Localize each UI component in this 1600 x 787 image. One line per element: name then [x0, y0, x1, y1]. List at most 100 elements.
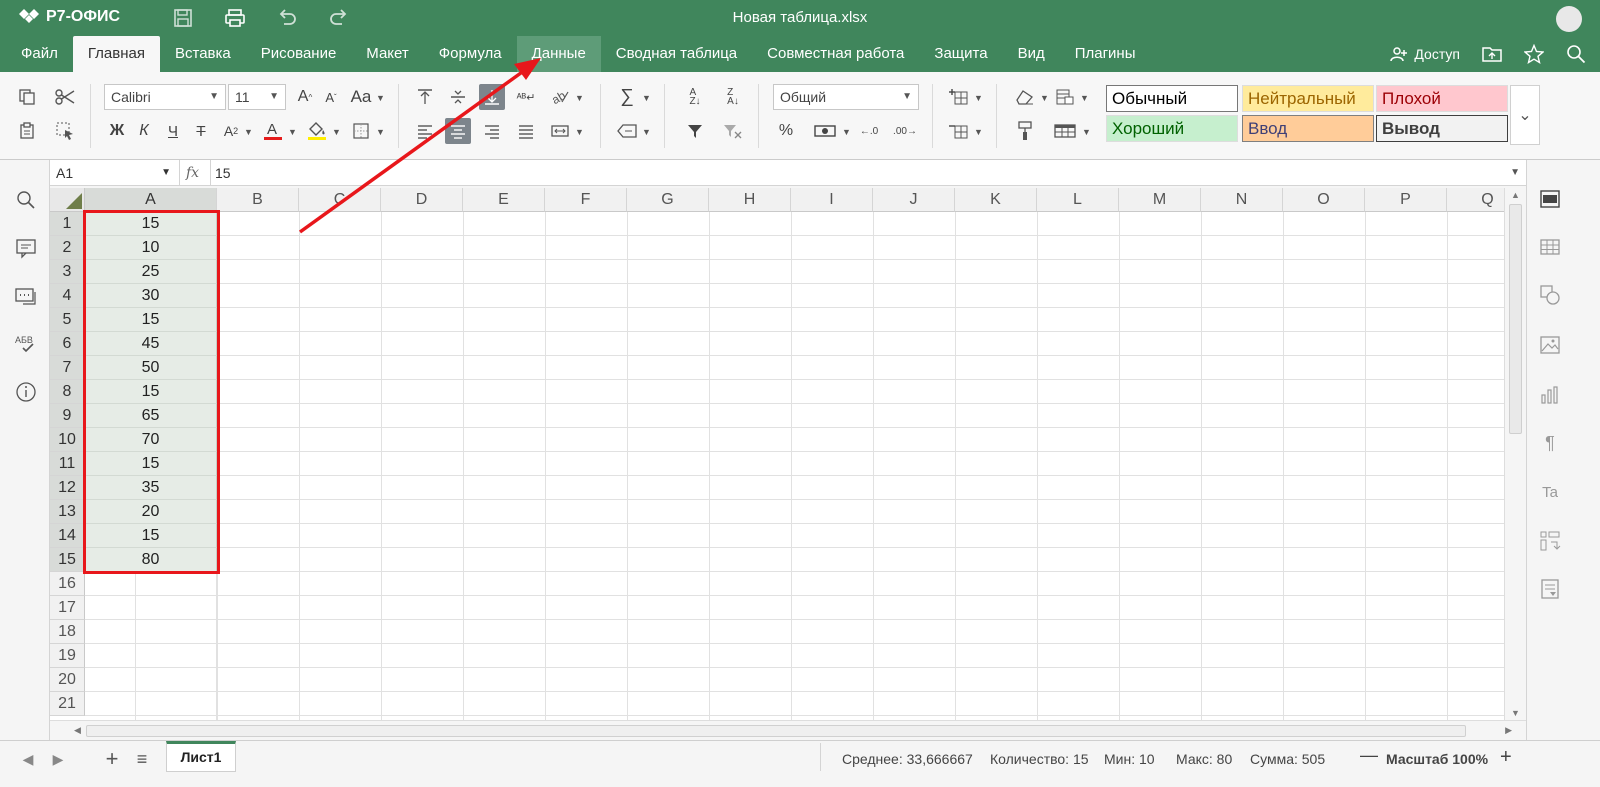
save-icon[interactable]: [172, 8, 194, 28]
formula-input[interactable]: 15: [210, 160, 1500, 186]
row-header[interactable]: 12: [50, 476, 85, 500]
horizontal-scroll-thumb[interactable]: [86, 725, 1466, 737]
tab-4[interactable]: Макет: [351, 36, 423, 72]
column-header[interactable]: O: [1283, 188, 1365, 212]
cell-settings-icon[interactable]: [1539, 188, 1561, 210]
italic-button[interactable]: К: [131, 118, 157, 144]
cell-a1[interactable]: 15: [85, 212, 217, 236]
tab-11[interactable]: Плагины: [1060, 36, 1151, 72]
font-name-select[interactable]: Calibri ▼: [104, 84, 226, 110]
column-header[interactable]: N: [1201, 188, 1283, 212]
cell-a5[interactable]: 15: [85, 308, 217, 332]
sheet-tab[interactable]: Лист1: [166, 741, 236, 772]
cell-style-4[interactable]: Ввод: [1242, 115, 1374, 142]
decrease-decimal-icon[interactable]: ←.0: [856, 118, 882, 144]
column-header[interactable]: M: [1119, 188, 1201, 212]
cell-a6[interactable]: 45: [85, 332, 217, 356]
access-button[interactable]: Доступ: [1390, 46, 1460, 62]
row-header[interactable]: 3: [50, 260, 85, 284]
row-header[interactable]: 16: [50, 572, 85, 596]
tab-2[interactable]: Вставка: [160, 36, 246, 72]
sort-descending-icon[interactable]: Z A↓: [720, 84, 746, 110]
chart-settings-icon[interactable]: [1539, 384, 1561, 406]
user-avatar[interactable]: [1556, 6, 1582, 32]
search-icon[interactable]: [1566, 44, 1586, 64]
chevron-down-icon[interactable]: ▼: [842, 127, 851, 137]
paragraph-settings-icon[interactable]: ¶: [1539, 432, 1561, 454]
copy-style-icon[interactable]: [1012, 118, 1038, 144]
align-middle-icon[interactable]: [445, 84, 471, 110]
scroll-right-icon[interactable]: ▶: [1505, 725, 1512, 736]
delete-cells-icon[interactable]: [946, 118, 972, 144]
scroll-left-icon[interactable]: ◀: [74, 725, 81, 736]
row-header[interactable]: 2: [50, 236, 85, 260]
tab-10[interactable]: Вид: [1003, 36, 1060, 72]
chevron-down-icon[interactable]: ▼: [575, 127, 584, 137]
open-file-location-icon[interactable]: [1482, 45, 1502, 63]
cell-a10[interactable]: 70: [85, 428, 217, 452]
chevron-down-icon[interactable]: ▼: [376, 93, 385, 103]
cell-a7[interactable]: 50: [85, 356, 217, 380]
cell-a12[interactable]: 35: [85, 476, 217, 500]
styles-expand-button[interactable]: ⌄: [1510, 85, 1540, 145]
named-ranges-icon[interactable]: [614, 118, 640, 144]
column-header[interactable]: J: [873, 188, 955, 212]
tab-9[interactable]: Защита: [919, 36, 1002, 72]
add-sheet-icon[interactable]: +: [102, 748, 122, 770]
tab-8[interactable]: Совместная работа: [752, 36, 919, 72]
chevron-down-icon[interactable]: ▼: [974, 93, 983, 103]
row-header[interactable]: 21: [50, 692, 85, 716]
font-size-select[interactable]: 11 ▼: [228, 84, 286, 110]
cell-a2[interactable]: 10: [85, 236, 217, 260]
subscript-icon[interactable]: A2: [218, 118, 244, 144]
insert-cells-icon[interactable]: [946, 84, 972, 110]
cell-style-2[interactable]: Плохой: [1376, 85, 1508, 112]
prev-sheet-icon[interactable]: ◀: [18, 749, 38, 769]
column-header[interactable]: K: [955, 188, 1037, 212]
cell-area[interactable]: [85, 212, 1504, 720]
undo-icon[interactable]: [276, 8, 298, 28]
row-header[interactable]: 17: [50, 596, 85, 620]
table-settings-icon[interactable]: [1539, 236, 1561, 258]
row-header[interactable]: 15: [50, 548, 85, 572]
cell-style-3[interactable]: Хороший: [1106, 115, 1238, 142]
column-header[interactable]: E: [463, 188, 545, 212]
align-center-icon[interactable]: [445, 118, 471, 144]
align-bottom-icon[interactable]: [479, 84, 505, 110]
chevron-down-icon[interactable]: ▼: [642, 127, 651, 137]
cell-a3[interactable]: 25: [85, 260, 217, 284]
paste-icon[interactable]: [14, 118, 40, 144]
column-header[interactable]: B: [217, 188, 299, 212]
cell-style-5[interactable]: Вывод: [1376, 115, 1508, 142]
sort-ascending-icon[interactable]: A Z↓: [682, 84, 708, 110]
number-format-select[interactable]: Общий ▼: [773, 84, 919, 110]
underline-button[interactable]: Ч: [160, 118, 186, 144]
column-header[interactable]: P: [1365, 188, 1447, 212]
cell-a8[interactable]: 15: [85, 380, 217, 404]
row-header[interactable]: 14: [50, 524, 85, 548]
fill-color-icon[interactable]: [304, 118, 330, 144]
expand-formula-bar-icon[interactable]: ▼: [1510, 160, 1520, 186]
conditional-format-icon[interactable]: [1052, 84, 1078, 110]
align-justify-icon[interactable]: [513, 118, 539, 144]
row-header[interactable]: 4: [50, 284, 85, 308]
search-icon[interactable]: [14, 188, 38, 212]
cell-a14[interactable]: 15: [85, 524, 217, 548]
strikethrough-button[interactable]: Т: [188, 118, 214, 144]
zoom-in-icon[interactable]: +: [1500, 746, 1512, 769]
favorite-star-icon[interactable]: [1524, 44, 1544, 64]
autosum-icon[interactable]: ∑: [614, 84, 640, 110]
vertical-scroll-thumb[interactable]: [1509, 204, 1522, 434]
align-top-icon[interactable]: [412, 84, 438, 110]
image-settings-icon[interactable]: [1539, 334, 1561, 356]
borders-icon[interactable]: [348, 118, 374, 144]
about-info-icon[interactable]: [14, 380, 38, 404]
column-header[interactable]: I: [791, 188, 873, 212]
tab-6[interactable]: Данные: [516, 36, 601, 72]
select-all-icon[interactable]: [52, 118, 78, 144]
column-header[interactable]: Q: [1447, 188, 1504, 212]
increase-decimal-icon[interactable]: .00→: [892, 118, 918, 144]
chevron-down-icon[interactable]: ▼: [974, 127, 983, 137]
cut-icon[interactable]: [52, 84, 78, 110]
percent-icon[interactable]: %: [773, 118, 799, 144]
